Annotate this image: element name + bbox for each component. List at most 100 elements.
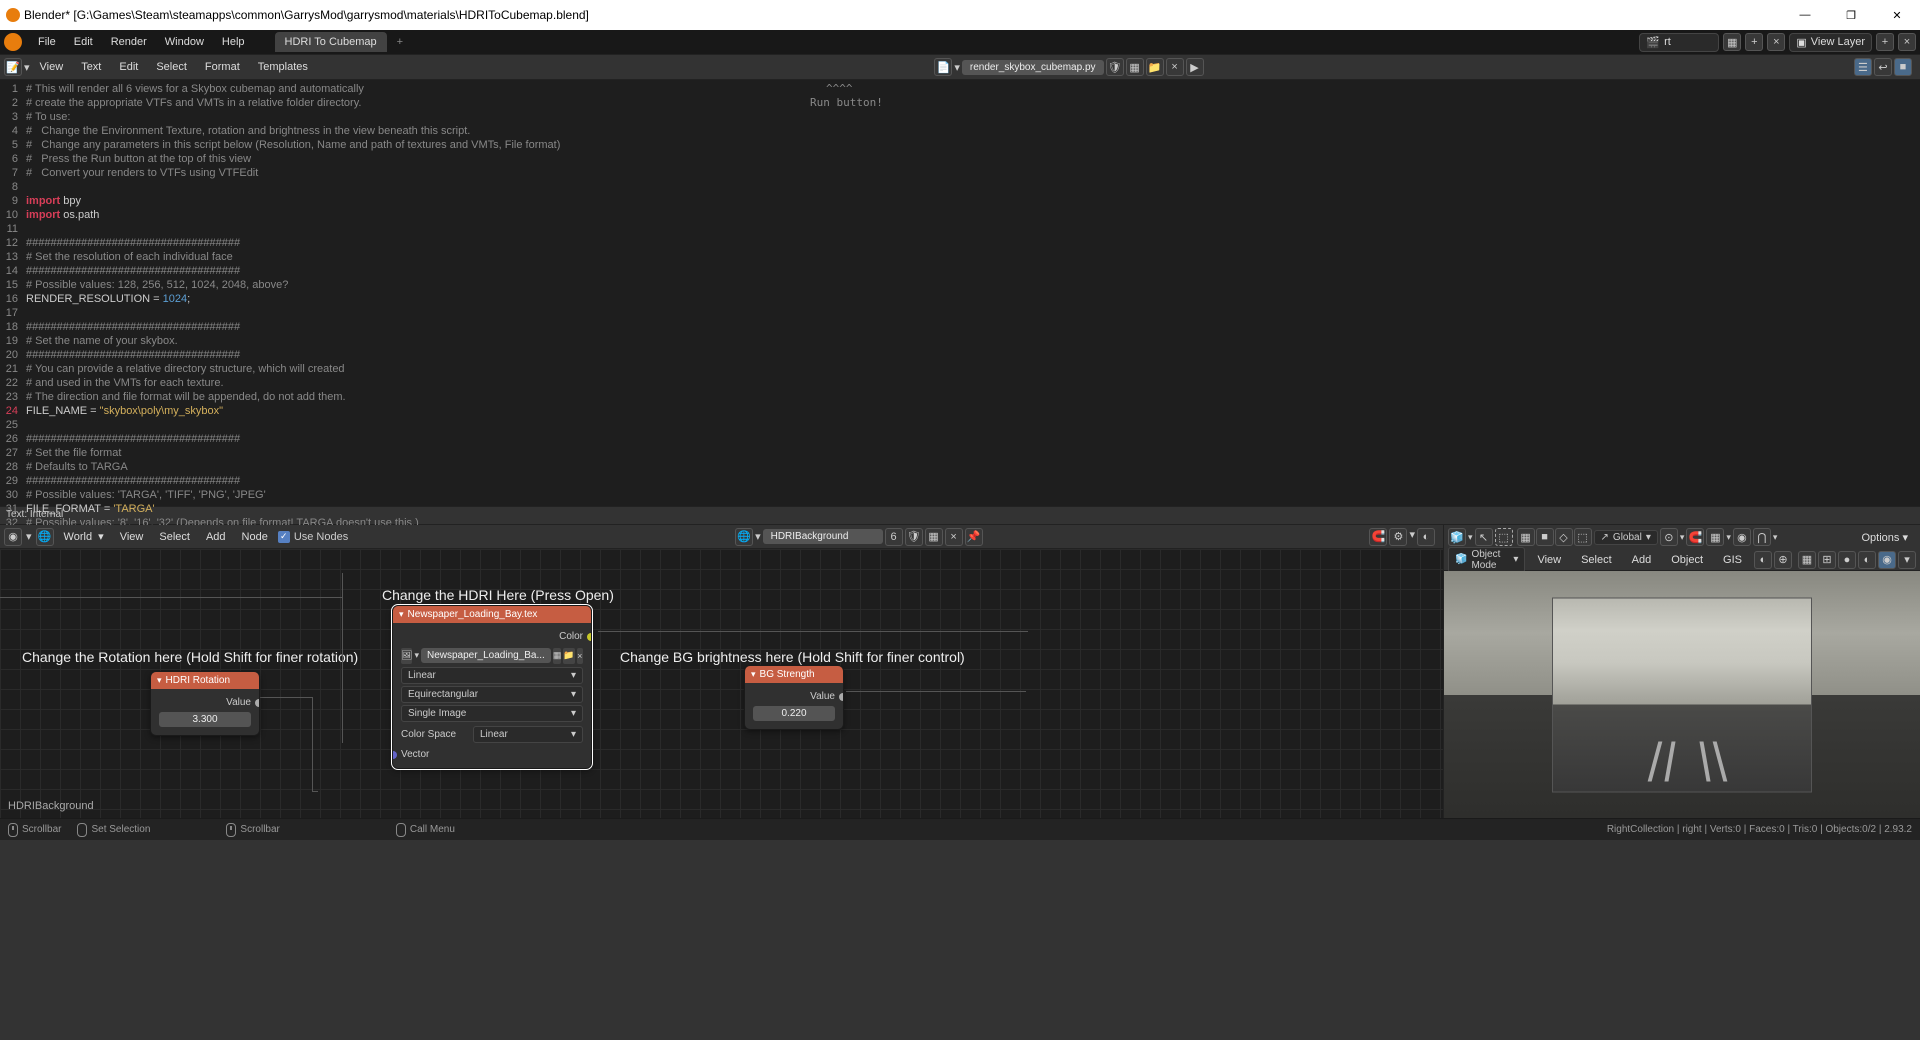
select-visible-toggle[interactable]: ▦ bbox=[1517, 528, 1535, 546]
socket-value-out-bg[interactable]: Value bbox=[753, 689, 835, 704]
shading-wireframe[interactable]: ⊞ bbox=[1818, 551, 1836, 569]
te-menu-format[interactable]: Format bbox=[197, 58, 248, 76]
viewport-body[interactable] bbox=[1444, 571, 1920, 818]
code-content[interactable]: # This will render all 6 views for a Sky… bbox=[22, 80, 1920, 506]
menu-help[interactable]: Help bbox=[214, 33, 253, 51]
ne-menu-add[interactable]: Add bbox=[200, 529, 232, 545]
pin-button[interactable]: 📌 bbox=[965, 528, 983, 546]
select-box-tool[interactable]: ⬚ bbox=[1495, 528, 1513, 546]
viewlayer-selector[interactable]: ▣View Layer bbox=[1789, 33, 1872, 52]
text-open-button[interactable]: 📁 bbox=[1146, 58, 1164, 76]
overlay-toggle-vp[interactable]: ⊕ bbox=[1774, 551, 1792, 569]
word-wrap-toggle[interactable]: ↩ bbox=[1874, 58, 1892, 76]
scene-browse-button[interactable]: ▦ bbox=[1723, 33, 1741, 51]
shield-icon[interactable]: 🛡 bbox=[1106, 58, 1124, 76]
node-header-texture[interactable]: ▾Newspaper_Loading_Bay.tex bbox=[393, 606, 591, 623]
node-header-rotation[interactable]: ▾HDRI Rotation bbox=[151, 672, 259, 689]
scene-new-button[interactable]: + bbox=[1745, 33, 1763, 51]
world-icon[interactable]: 🌐 bbox=[36, 528, 54, 546]
interpolation-dropdown[interactable]: Linear▾ bbox=[401, 667, 583, 684]
pivot-selector[interactable]: ⊙ bbox=[1660, 528, 1678, 546]
image-users-button[interactable]: ▦ bbox=[553, 648, 562, 664]
material-users[interactable]: 6 bbox=[885, 528, 903, 546]
viewport-options[interactable]: Options ▾ bbox=[1854, 528, 1917, 547]
material-unlink-button[interactable]: × bbox=[945, 528, 963, 546]
bg-value-field[interactable]: 0.220 bbox=[753, 706, 835, 721]
node-header-bg[interactable]: ▾BG Strength bbox=[745, 666, 843, 683]
socket-color-out[interactable]: Color bbox=[401, 629, 583, 644]
vp-menu-select[interactable]: Select bbox=[1573, 551, 1620, 569]
window-close-button[interactable]: ✕ bbox=[1874, 0, 1920, 30]
image-open-button[interactable]: 📁 bbox=[563, 648, 574, 664]
rotation-value-field[interactable]: 3.300 bbox=[159, 712, 251, 727]
node-bg-strength[interactable]: ▾BG Strength Value 0.220 bbox=[744, 665, 844, 730]
snap-options[interactable]: ⚙ bbox=[1389, 528, 1407, 546]
menu-file[interactable]: File bbox=[30, 33, 64, 51]
cursor-tool[interactable]: ↖ bbox=[1475, 528, 1493, 546]
scene-delete-button[interactable]: × bbox=[1767, 33, 1785, 51]
menu-render[interactable]: Render bbox=[103, 33, 155, 51]
window-maximize-button[interactable]: ❐ bbox=[1828, 0, 1874, 30]
text-browse-button[interactable]: 📄 bbox=[934, 58, 952, 76]
shading-options[interactable]: ▾ bbox=[1898, 551, 1916, 569]
xray-toggle[interactable]: ▦ bbox=[1798, 551, 1816, 569]
text-filename-field[interactable]: render_skybox_cubemap.py bbox=[962, 60, 1104, 75]
scene-selector[interactable]: 🎬rt bbox=[1639, 33, 1719, 52]
colorspace-dropdown[interactable]: Linear▾ bbox=[473, 726, 583, 743]
material-new-button[interactable]: ▦ bbox=[925, 528, 943, 546]
syntax-highlight-toggle[interactable]: ■ bbox=[1894, 58, 1912, 76]
image-name-field[interactable]: Newspaper_Loading_Ba... bbox=[421, 648, 551, 663]
select-wire-toggle[interactable]: ◇ bbox=[1555, 528, 1573, 546]
ne-menu-select[interactable]: Select bbox=[153, 529, 196, 545]
source-dropdown[interactable]: Single Image▾ bbox=[401, 705, 583, 722]
shading-rendered[interactable]: ◉ bbox=[1878, 551, 1896, 569]
material-browse-button[interactable]: 🌐 bbox=[735, 528, 753, 546]
shading-material[interactable]: ◐ bbox=[1858, 551, 1876, 569]
viewlayer-delete-button[interactable]: × bbox=[1898, 33, 1916, 51]
vp-menu-object[interactable]: Object bbox=[1663, 551, 1711, 569]
select-all-toggle[interactable]: ⬚ bbox=[1574, 528, 1592, 546]
editor-type-3d-icon[interactable]: 🧊 bbox=[1448, 528, 1466, 546]
vp-menu-gis[interactable]: GIS bbox=[1715, 551, 1750, 569]
snap-toggle[interactable]: 🧲 bbox=[1369, 528, 1387, 546]
text-new-button[interactable]: ▦ bbox=[1126, 58, 1144, 76]
text-unlink-button[interactable]: × bbox=[1166, 58, 1184, 76]
mode-selector[interactable]: 🧊Object Mode▾ bbox=[1448, 547, 1525, 573]
overlay-toggle[interactable]: ◐ bbox=[1417, 528, 1435, 546]
image-browse-button[interactable]: 🖼 bbox=[401, 648, 412, 664]
te-menu-templates[interactable]: Templates bbox=[250, 58, 316, 76]
te-menu-select[interactable]: Select bbox=[148, 58, 195, 76]
snap-toggle-vp[interactable]: 🧲 bbox=[1686, 528, 1704, 546]
material-name-field[interactable]: HDRIBackground bbox=[763, 529, 883, 544]
line-numbers-toggle[interactable]: ☰ bbox=[1854, 58, 1872, 76]
projection-dropdown[interactable]: Equirectangular▾ bbox=[401, 686, 583, 703]
snap-element-selector[interactable]: ▦ bbox=[1706, 528, 1724, 546]
viewlayer-new-button[interactable]: + bbox=[1876, 33, 1894, 51]
gizmo-toggle[interactable]: ◐ bbox=[1754, 551, 1772, 569]
node-hdri-rotation[interactable]: ▾HDRI Rotation Value 3.300 bbox=[150, 671, 260, 736]
vp-menu-add[interactable]: Add bbox=[1624, 551, 1660, 569]
vp-menu-view[interactable]: View bbox=[1529, 551, 1569, 569]
world-selector[interactable]: World ▾ bbox=[58, 528, 110, 545]
te-menu-view[interactable]: View bbox=[32, 58, 72, 76]
shading-solid[interactable]: ● bbox=[1838, 551, 1856, 569]
fake-user-button[interactable]: 🛡 bbox=[905, 528, 923, 546]
socket-value-out[interactable]: Value bbox=[159, 695, 251, 710]
proportional-falloff[interactable]: ⋂ bbox=[1753, 528, 1771, 546]
ne-menu-view[interactable]: View bbox=[114, 529, 150, 545]
text-editor-area[interactable]: 1234567891011121314151617181920212223242… bbox=[0, 80, 1920, 506]
te-menu-edit[interactable]: Edit bbox=[111, 58, 146, 76]
run-script-button[interactable]: ▶ bbox=[1186, 58, 1204, 76]
window-minimize-button[interactable]: — bbox=[1782, 0, 1828, 30]
node-environment-texture[interactable]: ▾Newspaper_Loading_Bay.tex Color 🖼▾ News… bbox=[392, 605, 592, 769]
workspace-tab-hdri[interactable]: HDRI To Cubemap bbox=[275, 32, 387, 52]
menu-window[interactable]: Window bbox=[157, 33, 212, 51]
node-canvas[interactable]: Change the Rotation here (Hold Shift for… bbox=[0, 549, 1443, 818]
ne-menu-node[interactable]: Node bbox=[236, 529, 274, 545]
editor-type-selector[interactable]: 📝 bbox=[4, 58, 22, 76]
te-menu-text[interactable]: Text bbox=[73, 58, 109, 76]
select-solid-toggle[interactable]: ■ bbox=[1536, 528, 1554, 546]
proportional-edit[interactable]: ◉ bbox=[1733, 528, 1751, 546]
menu-edit[interactable]: Edit bbox=[66, 33, 101, 51]
image-unlink-button[interactable]: × bbox=[577, 648, 583, 664]
